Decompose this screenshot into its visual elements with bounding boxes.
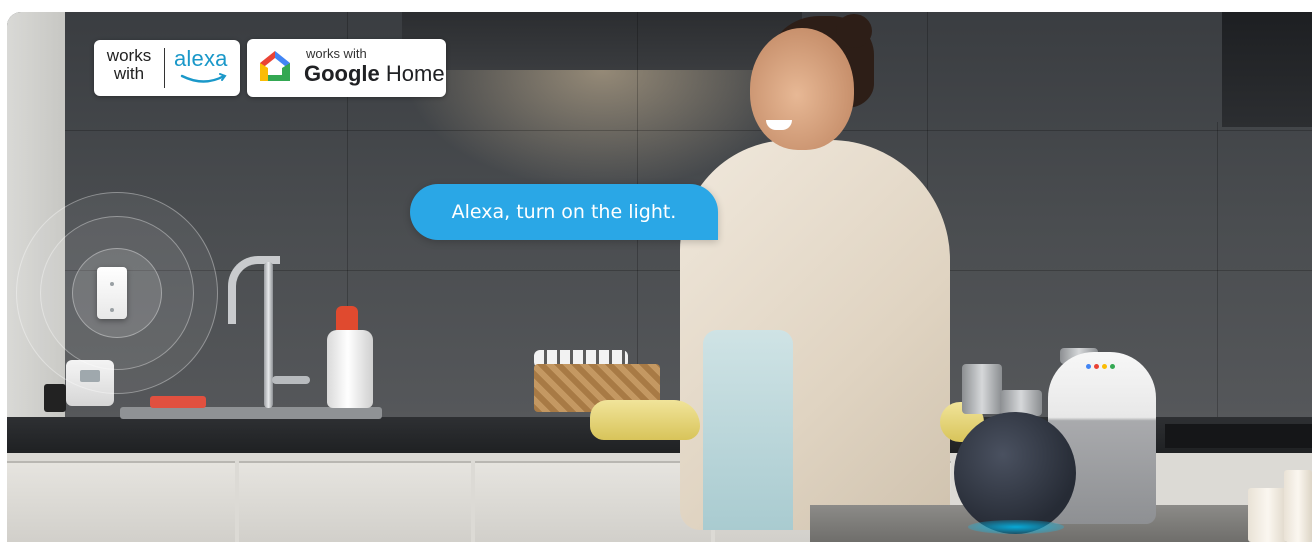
sponge <box>150 396 206 408</box>
google-home-brand: Google Home <box>304 61 445 87</box>
soap-bottle <box>327 330 373 408</box>
switch-indicator <box>110 282 114 286</box>
cabinet-door <box>475 461 711 542</box>
led-dot <box>1086 364 1091 369</box>
speech-bubble-text: Alexa, turn on the light. <box>451 201 677 223</box>
soap-bottle-cap <box>336 306 358 332</box>
upper-cabinet-right <box>1222 12 1312 127</box>
google-home-icon <box>260 51 290 81</box>
led-dot <box>1110 364 1115 369</box>
badge-divider <box>164 48 165 88</box>
switch-indicator <box>110 308 114 312</box>
echo-light-ring <box>968 520 1064 534</box>
apron <box>703 330 793 530</box>
led-dot <box>1102 364 1107 369</box>
upper-cabinet <box>402 12 802 70</box>
cooktop <box>1165 424 1312 448</box>
jar <box>962 364 1002 414</box>
hair-bun <box>836 14 872 48</box>
tile-seam <box>65 130 1312 131</box>
faucet-handle <box>272 376 310 384</box>
candle <box>1284 470 1312 542</box>
sink <box>120 407 382 419</box>
alexa-logo: alexa <box>174 46 228 71</box>
google-wordmark: Google <box>304 61 380 86</box>
google-works-with-label: works with <box>306 46 367 61</box>
home-wordmark: Home <box>385 61 445 86</box>
faucet-pole <box>264 262 273 408</box>
cabinet-door <box>7 461 235 542</box>
tile-seam <box>1217 122 1218 417</box>
glove-left <box>590 400 700 440</box>
cup <box>44 384 66 412</box>
candle <box>1248 488 1288 542</box>
cabinet-door <box>239 461 471 542</box>
amazon-echo-speaker-icon <box>954 412 1076 534</box>
alexa-smile-icon <box>180 73 227 83</box>
woman-face <box>750 28 854 150</box>
led-dot <box>1094 364 1099 369</box>
alexa-works-with-label: works with <box>106 46 152 83</box>
